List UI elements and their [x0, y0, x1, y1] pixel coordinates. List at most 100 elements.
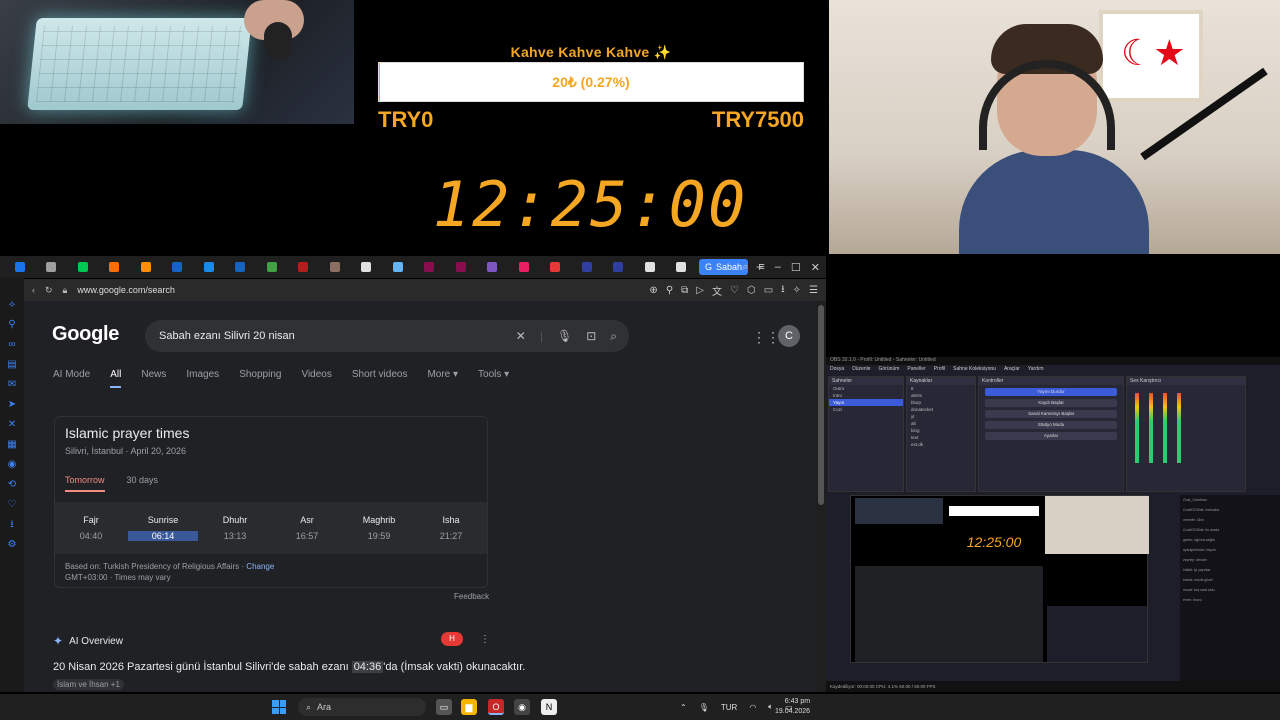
- close-icon[interactable]: ✕: [811, 261, 820, 274]
- bookmarks-icon[interactable]: ♡: [7, 500, 17, 510]
- menu-icon[interactable]: ≡: [758, 261, 764, 273]
- obs-source-item[interactable]: yt: [907, 413, 975, 420]
- opera-icon[interactable]: O: [488, 699, 504, 715]
- search-tab[interactable]: More ▾: [427, 369, 458, 388]
- url-field[interactable]: www.google.com/search: [77, 285, 175, 295]
- obs-scene-item[interactable]: Cozi: [829, 406, 903, 413]
- browser-tab[interactable]: [4, 256, 36, 278]
- ai-source-chip[interactable]: İslam ve İhsan +1: [53, 679, 124, 690]
- obs-menu-item[interactable]: Profil: [934, 366, 945, 374]
- maximize-icon[interactable]: ☐: [791, 261, 801, 274]
- browser-tab[interactable]: [540, 256, 572, 278]
- browser-tab[interactable]: [571, 256, 603, 278]
- search-input[interactable]: Sabah ezanı Silivri 20 nisan ✕ | 🎙︎ ⊡ ⌕: [145, 320, 629, 352]
- tab-active[interactable]: G Sabah: [699, 259, 749, 275]
- obs-menu-item[interactable]: Yardım: [1028, 366, 1044, 374]
- zoom-icon[interactable]: ⊕: [649, 285, 657, 296]
- obs-source-item[interactable]: 8: [907, 385, 975, 392]
- downloads-icon[interactable]: ⭳: [7, 520, 17, 530]
- telegram-icon[interactable]: ➤: [7, 400, 17, 410]
- start-icon[interactable]: [272, 700, 286, 714]
- browser-tab[interactable]: [162, 256, 194, 278]
- obs-scene-item[interactable]: Outro: [829, 385, 903, 392]
- obs-source-item[interactable]: bing: [907, 427, 975, 434]
- obs-menu-item[interactable]: Düzenle: [852, 366, 870, 374]
- translate-icon[interactable]: 文: [712, 283, 722, 298]
- tab-30-days[interactable]: 30 days: [127, 475, 159, 492]
- browser-tab[interactable]: [288, 256, 320, 278]
- messenger-icon[interactable]: ✉: [7, 380, 17, 390]
- player-icon[interactable]: ◉: [7, 460, 17, 470]
- search-tab[interactable]: Shopping: [239, 369, 281, 388]
- obs-scene-item[interactable]: Intro: [829, 392, 903, 399]
- taskbar-language[interactable]: TUR: [721, 703, 737, 712]
- wallet-icon[interactable]: ▭: [764, 285, 773, 296]
- obs-menu-item[interactable]: Sahne Koleksiyonu: [953, 366, 996, 374]
- search-tab[interactable]: News: [141, 369, 166, 388]
- search-tab[interactable]: Tools ▾: [478, 369, 509, 388]
- heart-icon[interactable]: ♡: [730, 285, 739, 296]
- browser-tab[interactable]: [319, 256, 351, 278]
- search-icon[interactable]: ⌕: [610, 329, 617, 344]
- workspace-icon[interactable]: ▤: [7, 360, 17, 370]
- obs-control-button[interactable]: Ayarlar: [985, 432, 1117, 440]
- browser-tab[interactable]: [193, 256, 225, 278]
- reload-icon[interactable]: ↻: [45, 285, 53, 296]
- browser-tab[interactable]: [130, 256, 162, 278]
- file-explorer-icon[interactable]: ▆: [461, 699, 477, 715]
- obs-source-item[interactable]: alerts: [907, 392, 975, 399]
- calendar-icon[interactable]: ▦: [7, 440, 17, 450]
- avatar[interactable]: C: [778, 325, 800, 347]
- tab-tomorrow[interactable]: Tomorrow: [65, 475, 105, 492]
- change-link[interactable]: Change: [246, 562, 274, 571]
- browser-tab[interactable]: [477, 256, 509, 278]
- browser-tab[interactable]: [508, 256, 540, 278]
- minimize-icon[interactable]: –: [775, 261, 781, 273]
- google-logo[interactable]: Google: [52, 323, 119, 346]
- history-icon[interactable]: ⟲: [7, 480, 17, 490]
- browser-tab[interactable]: [67, 256, 99, 278]
- obs-source-item[interactable]: ext.dk: [907, 441, 975, 448]
- browser-tab[interactable]: [414, 256, 446, 278]
- obs-menu-item[interactable]: Araçlar: [1004, 366, 1020, 374]
- settings-icon[interactable]: ⚙: [7, 540, 17, 550]
- search-tabs-icon[interactable]: ⌕: [742, 261, 748, 274]
- pin-icon[interactable]: ⚲: [7, 320, 17, 330]
- ai-source-badge[interactable]: H: [441, 632, 463, 646]
- obs-source-item[interactable]: text: [907, 434, 975, 441]
- search-tab[interactable]: Short videos: [352, 369, 408, 388]
- play-icon[interactable]: ▷: [696, 285, 704, 296]
- obs-scene-item[interactable]: Yayın: [829, 399, 903, 406]
- link-icon[interactable]: ∞: [7, 340, 17, 350]
- chevron-up-icon[interactable]: ⌃: [680, 703, 687, 712]
- search-tab[interactable]: AI Mode: [53, 369, 90, 388]
- ai-icon[interactable]: ✧: [793, 285, 801, 296]
- obs-source-item[interactable]: alt: [907, 420, 975, 427]
- browser-tab[interactable]: [666, 256, 698, 278]
- obs-control-button[interactable]: Yayını Durdur: [985, 388, 1117, 396]
- clear-icon[interactable]: ✕: [516, 329, 526, 343]
- obs-control-button[interactable]: Stüdyo Modu: [985, 421, 1117, 429]
- obs-source-item[interactable]: blurp: [907, 399, 975, 406]
- browser-tab[interactable]: [36, 256, 68, 278]
- search-tab[interactable]: Videos: [301, 369, 331, 388]
- browser-tab[interactable]: [256, 256, 288, 278]
- obs-menu-item[interactable]: Dosya: [830, 366, 844, 374]
- search-tab[interactable]: All: [110, 369, 122, 388]
- microphone-icon[interactable]: 🎙︎: [557, 329, 572, 343]
- back-icon[interactable]: ‹: [32, 285, 35, 295]
- mic-icon[interactable]: 🎙︎: [699, 703, 709, 712]
- x-icon[interactable]: ✕: [7, 420, 17, 430]
- page-scrollbar[interactable]: [816, 301, 826, 692]
- aria-icon[interactable]: ⟡: [7, 300, 17, 310]
- more-options-icon[interactable]: ⋮: [480, 634, 490, 645]
- lens-icon[interactable]: ⊡: [586, 329, 596, 343]
- volume-icon[interactable]: 🔈︎: [768, 702, 773, 712]
- snapshot-icon[interactable]: ⧉: [681, 285, 688, 296]
- search-query[interactable]: Sabah ezanı Silivri 20 nisan: [159, 330, 295, 342]
- obs-control-button[interactable]: Kaydı Başlat: [985, 399, 1117, 407]
- browser-tab[interactable]: [99, 256, 131, 278]
- obs-control-button[interactable]: Sanal Kamerayı Başlat: [985, 410, 1117, 418]
- download-icon[interactable]: ⭳: [781, 282, 785, 299]
- pin-icon[interactable]: ⚲: [666, 285, 673, 296]
